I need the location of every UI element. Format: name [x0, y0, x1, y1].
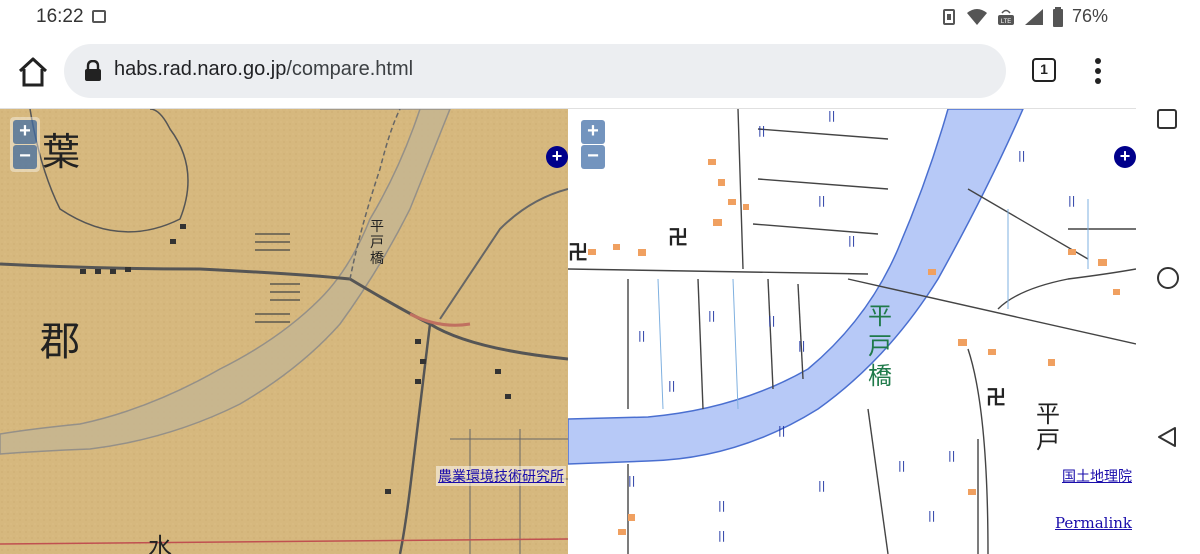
map-compare-view: 葉 郡 平戸橋 水 + − + 農業環境技術研究所 || || || || ||…	[0, 109, 1136, 554]
more-vert-icon[interactable]	[1088, 56, 1108, 86]
svg-text:||: ||	[928, 509, 935, 522]
old-map-label-mizu: 水	[148, 533, 172, 554]
home-icon[interactable]	[16, 56, 50, 88]
modern-map-zoom-out-button[interactable]: −	[581, 145, 605, 169]
old-map-label-ha: 葉	[42, 130, 81, 174]
signal-icon	[1024, 8, 1043, 25]
status-icons: LTE 76%	[940, 6, 1108, 27]
old-map-zoom-control: + −	[10, 117, 40, 172]
system-nav-bar	[1136, 0, 1200, 554]
permalink-link[interactable]: Permalink	[1055, 514, 1132, 532]
old-map-pane[interactable]: 葉 郡 平戸橋 水 + − + 農業環境技術研究所	[0, 109, 568, 554]
svg-text:||: ||	[898, 459, 905, 472]
svg-text:||: ||	[818, 479, 825, 492]
lock-icon	[85, 60, 101, 81]
svg-text:LTE: LTE	[1001, 19, 1012, 25]
old-map-layers-button[interactable]: +	[546, 146, 568, 168]
svg-text:||: ||	[798, 339, 805, 352]
svg-text:||: ||	[668, 379, 675, 392]
url-path: /compare.html	[286, 58, 414, 80]
svg-text:卍: 卍	[986, 385, 1006, 409]
battery-icon	[1052, 6, 1063, 27]
svg-text:卍: 卍	[568, 240, 588, 264]
svg-text:||: ||	[1018, 149, 1025, 162]
old-map-label-hiratobashi: 平戸橋	[370, 219, 384, 267]
modern-map-canvas[interactable]: || || || || || || || || || || || || || || || || || ||…	[568, 109, 1136, 554]
url-domain: habs.rad.naro.go.jp	[114, 58, 287, 80]
home-circle-icon[interactable]	[1156, 266, 1180, 290]
old-map-zoom-out-button[interactable]: −	[13, 145, 37, 169]
modern-map-label-hirato: 平戸	[1036, 400, 1060, 454]
modern-map-zoom-control: + −	[578, 117, 608, 172]
address-bar[interactable]: habs.rad.naro.go.jp/compare.html	[64, 44, 1006, 98]
svg-text:||: ||	[708, 309, 715, 322]
modern-map-pane[interactable]: || || || || || || || || || || || || || || || || || ||…	[568, 109, 1136, 554]
tabs-icon[interactable]: 1	[1032, 58, 1056, 82]
image-icon	[92, 10, 106, 23]
status-bar: 16:22 LTE 76%	[0, 0, 1136, 36]
svg-text:||: ||	[628, 474, 635, 487]
svg-text:||: ||	[1068, 194, 1075, 207]
svg-text:||: ||	[768, 314, 775, 327]
modern-map-zoom-in-button[interactable]: +	[581, 120, 605, 144]
modern-map-layers-button[interactable]: +	[1114, 146, 1136, 168]
status-time: 16:22	[36, 6, 84, 27]
battery-percent: 76%	[1071, 6, 1108, 26]
svg-text:||: ||	[718, 529, 725, 542]
old-map-label-gun: 郡	[40, 319, 80, 365]
old-map-zoom-in-button[interactable]: +	[13, 120, 37, 144]
old-map-attribution-link[interactable]: 農業環境技術研究所	[436, 466, 566, 486]
modern-map-label-hiratobashi: 平戸橋	[868, 302, 892, 390]
svg-text:||: ||	[818, 194, 825, 207]
svg-text:||: ||	[718, 499, 725, 512]
svg-text:||: ||	[758, 124, 765, 137]
recents-icon[interactable]	[1156, 108, 1178, 130]
vibrate-icon	[942, 8, 955, 25]
url-text[interactable]: habs.rad.naro.go.jp/compare.html	[114, 58, 413, 81]
back-icon[interactable]	[1156, 426, 1178, 448]
wifi-icon	[966, 8, 987, 25]
svg-text:||: ||	[948, 449, 955, 462]
modern-map-attribution-link[interactable]: 国土地理院	[1060, 466, 1134, 486]
browser-toolbar: habs.rad.naro.go.jp/compare.html 1	[0, 36, 1136, 109]
svg-text:||: ||	[828, 109, 835, 122]
svg-text:||: ||	[848, 234, 855, 247]
old-map-canvas[interactable]	[0, 109, 568, 554]
volte-icon: LTE	[997, 9, 1014, 25]
svg-text:||: ||	[778, 424, 785, 437]
svg-text:||: ||	[638, 329, 645, 342]
svg-text:卍: 卍	[668, 225, 688, 249]
